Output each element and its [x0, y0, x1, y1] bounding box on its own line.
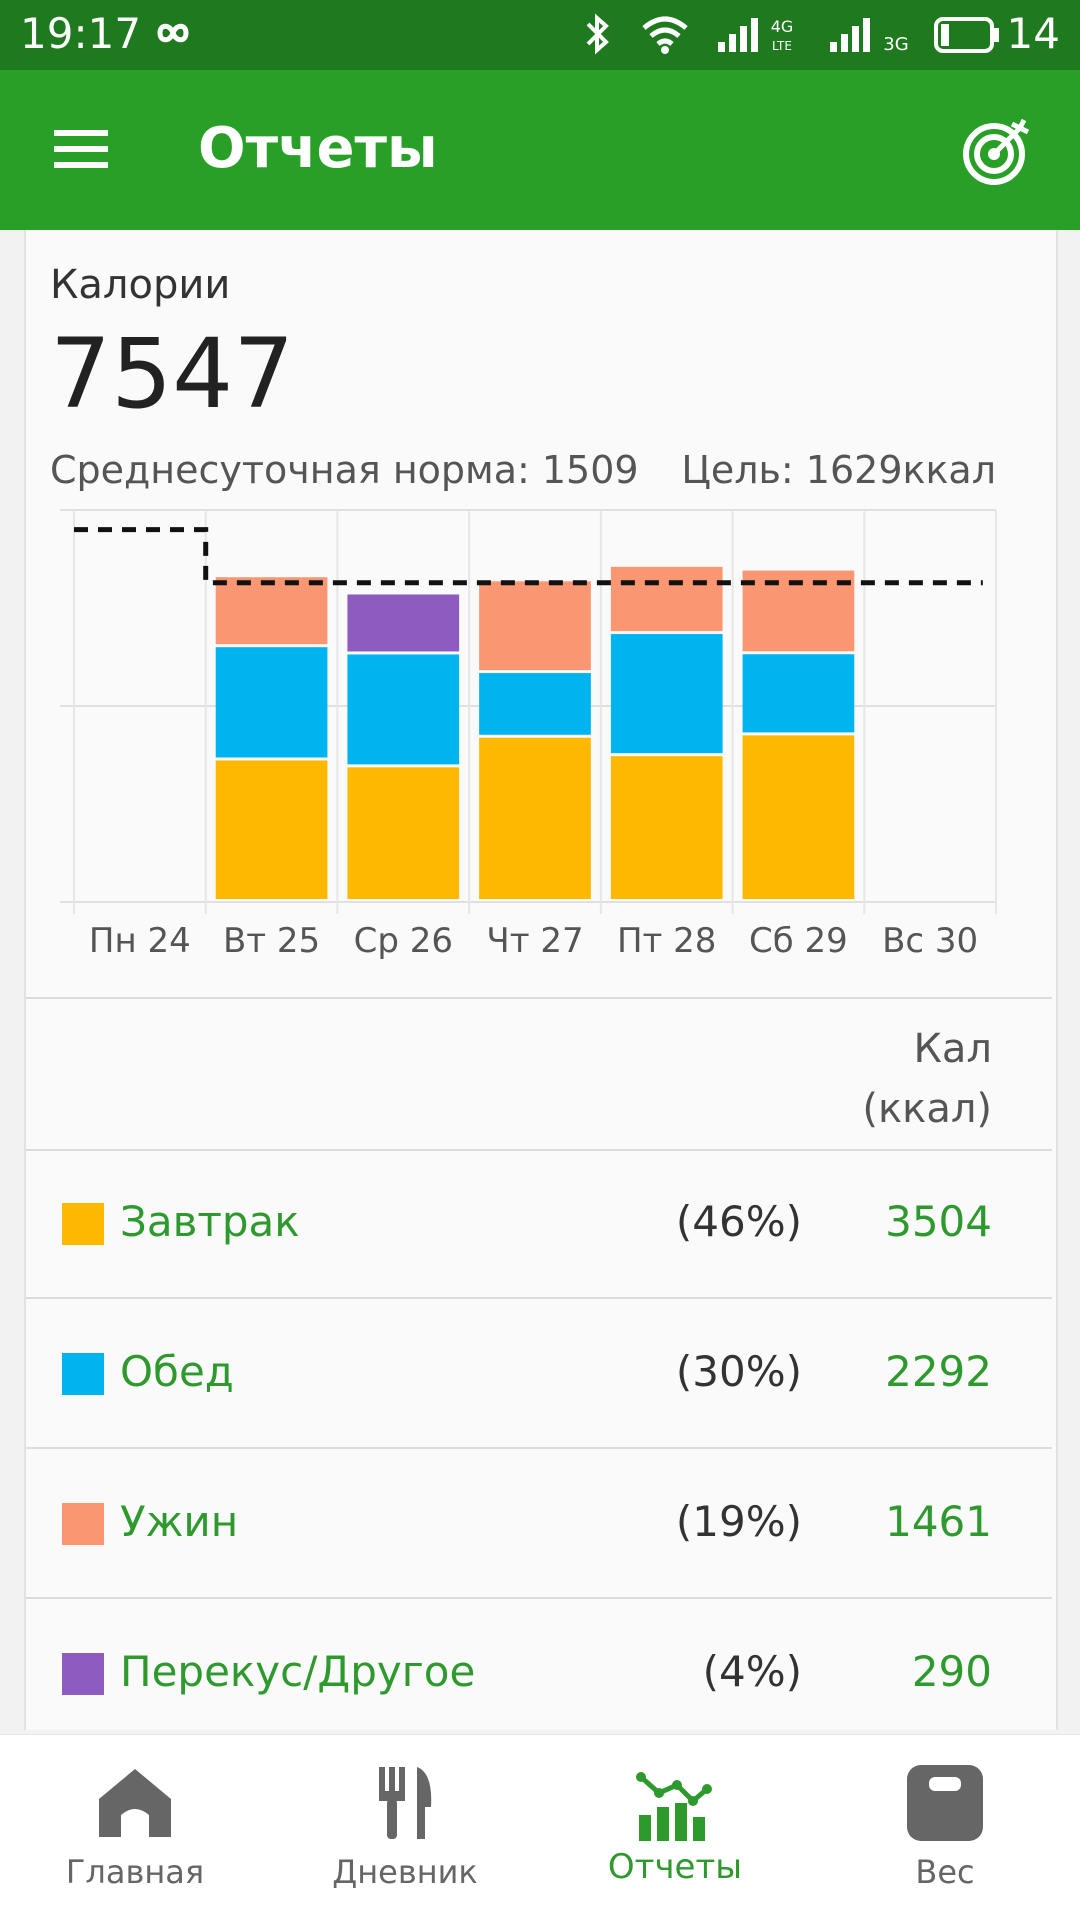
color-swatch — [62, 1653, 104, 1695]
color-swatch — [62, 1503, 104, 1545]
color-swatch — [62, 1203, 104, 1245]
bar-segment — [215, 647, 328, 758]
nav-label-weight: Вес — [915, 1853, 975, 1891]
column-header-kcal: Кал (ккал) — [862, 1026, 992, 1132]
home-icon — [99, 1769, 171, 1837]
bar-segment — [479, 737, 591, 899]
scale-icon — [907, 1765, 983, 1841]
meal-calories: 2292 — [885, 1347, 992, 1396]
x-tick-label: Вт 25 — [223, 921, 320, 961]
table-row[interactable]: Обед (30%) 2292 — [26, 1299, 1052, 1449]
meal-calories: 3504 — [885, 1197, 992, 1246]
nav-weight[interactable]: Вес — [810, 1735, 1080, 1921]
bar-segment — [215, 577, 328, 645]
bar-segment — [610, 566, 723, 632]
meal-percent: (19%) — [675, 1497, 802, 1546]
meal-percent: (46%) — [675, 1197, 802, 1246]
meal-name: Перекус/Другое — [120, 1647, 476, 1696]
table-row[interactable]: Перекус/Другое (4%) 290 — [26, 1599, 1052, 1749]
x-tick-label: Сб 29 — [749, 921, 848, 961]
bottom-nav: Главная Дневник Отчеты Вес — [0, 1734, 1080, 1921]
bar-segment — [215, 760, 328, 899]
meal-name: Ужин — [120, 1497, 239, 1546]
chart-icon — [636, 1772, 712, 1841]
bar-segment — [347, 594, 460, 652]
calories-chart: Пн 24 Вт 25 Ср 26 Чт 27 Пт 28 Сб 29 Вс 30 — [60, 509, 997, 961]
meal-percent: (30%) — [675, 1347, 802, 1396]
nav-home[interactable]: Главная — [0, 1735, 270, 1921]
x-tick-label: Пт 28 — [617, 921, 716, 961]
x-tick-label: Ср 26 — [354, 921, 453, 961]
bar-segment — [347, 654, 460, 765]
meal-name: Завтрак — [120, 1197, 300, 1246]
nav-label-home: Главная — [65, 1853, 205, 1891]
bar-segment — [610, 634, 723, 754]
bar-segment — [479, 581, 591, 671]
color-swatch — [62, 1353, 104, 1395]
meal-calories: 290 — [911, 1647, 992, 1696]
nav-reports[interactable]: Отчеты — [540, 1735, 810, 1921]
table-header: Кал (ккал) — [26, 997, 1052, 1151]
bar-segment — [742, 654, 855, 733]
fork-knife-icon — [379, 1767, 432, 1839]
meal-name: Обед — [120, 1347, 234, 1396]
x-tick-label: Чт 27 — [486, 921, 583, 961]
table-row[interactable]: Ужин (19%) 1461 — [26, 1449, 1052, 1599]
nav-diary[interactable]: Дневник — [270, 1735, 540, 1921]
x-tick-label: Вс 30 — [882, 921, 978, 961]
nav-label-diary: Дневник — [332, 1853, 478, 1891]
table-row[interactable]: Завтрак (46%) 3504 — [26, 1149, 1052, 1299]
nav-label-reports: Отчеты — [607, 1847, 743, 1887]
bar-segment — [347, 767, 460, 899]
x-tick-label: Пн 24 — [89, 921, 191, 961]
bar-segment — [479, 673, 591, 735]
meal-calories: 1461 — [885, 1497, 992, 1546]
bar-segment — [742, 735, 855, 899]
bar-segment — [610, 756, 723, 899]
meal-percent: (4%) — [702, 1647, 802, 1696]
